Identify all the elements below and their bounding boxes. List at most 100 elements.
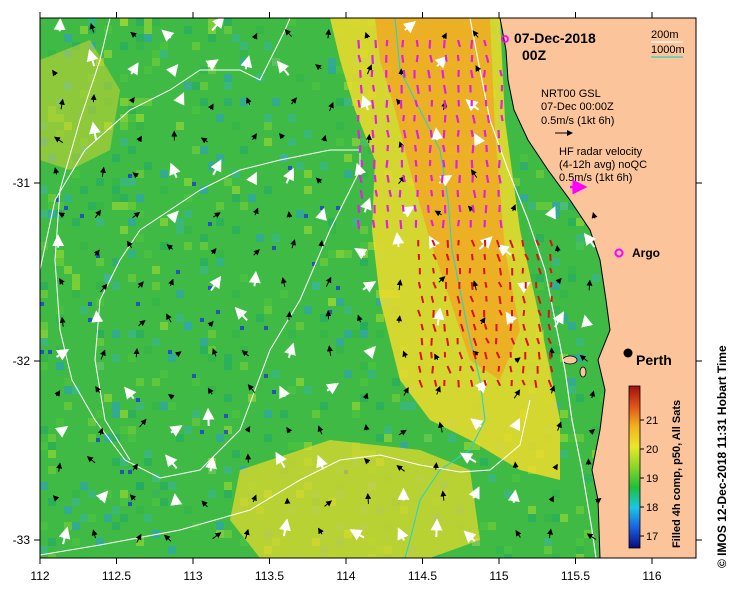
- hf-radar-arrow: [357, 39, 361, 49]
- sst-cell: [72, 218, 80, 226]
- sst-cell: [192, 82, 200, 90]
- x-tick-label: 112: [30, 569, 49, 583]
- sst-cell: [56, 306, 64, 314]
- hf-radar-arrow: [458, 309, 462, 317]
- sst-cell: [496, 546, 504, 554]
- sst-cell: [480, 522, 488, 530]
- sst-cell: [40, 354, 48, 362]
- sst-cell: [128, 218, 136, 226]
- hf-radar-arrow: [457, 219, 461, 227]
- sst-cell: [408, 402, 416, 410]
- sst-cell: [96, 258, 104, 266]
- sst-cell: [576, 394, 584, 402]
- sst-cell: [112, 178, 120, 186]
- sst-cell: [576, 234, 584, 242]
- y-tick-label: -32: [13, 354, 31, 368]
- sst-cell: [184, 210, 192, 218]
- model-velocity-arrow: [318, 240, 325, 247]
- hf-radar-arrow: [415, 39, 419, 47]
- sst-cell: [264, 42, 272, 50]
- sst-cell: [288, 442, 296, 450]
- hf-radar-arrow: [402, 114, 405, 122]
- hf-radar-arrow: [500, 114, 504, 122]
- sst-cell: [176, 122, 184, 130]
- sst-cell: [80, 482, 88, 490]
- sst-cell: [320, 330, 328, 338]
- sst-cell: [184, 242, 192, 250]
- sst-cell: [272, 246, 276, 250]
- sst-cell: [136, 482, 144, 490]
- sst-cell: [360, 226, 368, 234]
- sst-cell: [552, 282, 560, 290]
- sst-cell: [40, 522, 48, 530]
- hf-radar-arrow: [441, 219, 445, 229]
- hf-radar-arrow: [401, 204, 405, 212]
- sst-cell: [224, 82, 232, 90]
- sst-cell: [40, 338, 48, 346]
- sst-cell: [192, 374, 196, 378]
- hf-radar-arrow: [370, 69, 374, 78]
- hf-radar-arrow: [509, 323, 513, 332]
- sst-cell: [80, 186, 88, 194]
- hf-radar-arrow: [374, 189, 379, 197]
- sst-cell: [72, 490, 80, 498]
- sst-cell: [120, 470, 124, 474]
- x-tick-label: 113.5: [255, 569, 284, 583]
- sst-cell: [312, 410, 320, 418]
- hf-radar-arrow: [416, 84, 420, 95]
- sst-cell: [112, 282, 120, 290]
- sst-cell: [224, 482, 232, 490]
- model-velocity-arrow: [91, 310, 104, 323]
- sst-cell: [264, 326, 268, 330]
- sst-cell: [384, 434, 392, 442]
- sst-cell: [152, 490, 160, 498]
- sst-cell: [136, 506, 144, 514]
- sst-cell: [136, 378, 144, 386]
- hf-radar-arrow: [497, 159, 501, 169]
- sst-cell: [216, 202, 224, 210]
- hf-radar-arrow: [456, 54, 460, 62]
- hf-radar-arrow: [443, 99, 447, 110]
- sst-cell: [224, 354, 232, 362]
- sst-cell: [64, 506, 72, 514]
- sst-cell: [544, 546, 552, 554]
- sst-cell: [256, 314, 264, 322]
- hf-radar-arrow: [430, 189, 434, 197]
- sst-cell: [96, 438, 100, 442]
- sst-cell: [232, 330, 240, 338]
- hf-radar-arrow: [371, 54, 374, 65]
- sst-cell: [232, 410, 240, 418]
- hf-radar-arrow: [440, 174, 444, 183]
- sst-cell: [240, 98, 248, 106]
- sst-cell: [192, 146, 200, 154]
- sst-cell: [312, 282, 320, 290]
- sst-cell: [128, 410, 136, 418]
- hf-radar-arrow: [548, 351, 552, 360]
- sst-cell: [200, 338, 208, 346]
- sst-cell: [200, 346, 208, 354]
- sst-cell: [184, 322, 192, 330]
- sst-cell: [96, 254, 100, 258]
- sst-cell: [40, 282, 48, 290]
- sst-cell: [160, 50, 168, 58]
- sst-cell: [584, 474, 592, 482]
- sst-cell: [40, 442, 48, 450]
- hf-radar-arrow: [429, 129, 433, 138]
- sst-cell: [136, 170, 144, 178]
- hf-radar-arrow: [430, 351, 433, 359]
- sst-cell: [280, 410, 288, 418]
- hf-radar-arrow: [484, 204, 488, 214]
- hf-radar-arrow: [357, 129, 361, 140]
- sst-cell: [72, 274, 80, 282]
- sst-cell: [200, 430, 204, 434]
- sst-cell: [40, 290, 48, 298]
- hf-radar-arrow: [430, 174, 434, 182]
- sst-cell: [120, 514, 128, 522]
- sst-cell: [560, 410, 568, 418]
- sst-cell: [336, 338, 344, 346]
- sst-cell: [136, 18, 144, 26]
- sst-cell: [56, 418, 64, 426]
- sst-cell: [576, 546, 584, 554]
- x-tick-label: 114: [336, 569, 355, 583]
- sst-cell: [336, 286, 340, 290]
